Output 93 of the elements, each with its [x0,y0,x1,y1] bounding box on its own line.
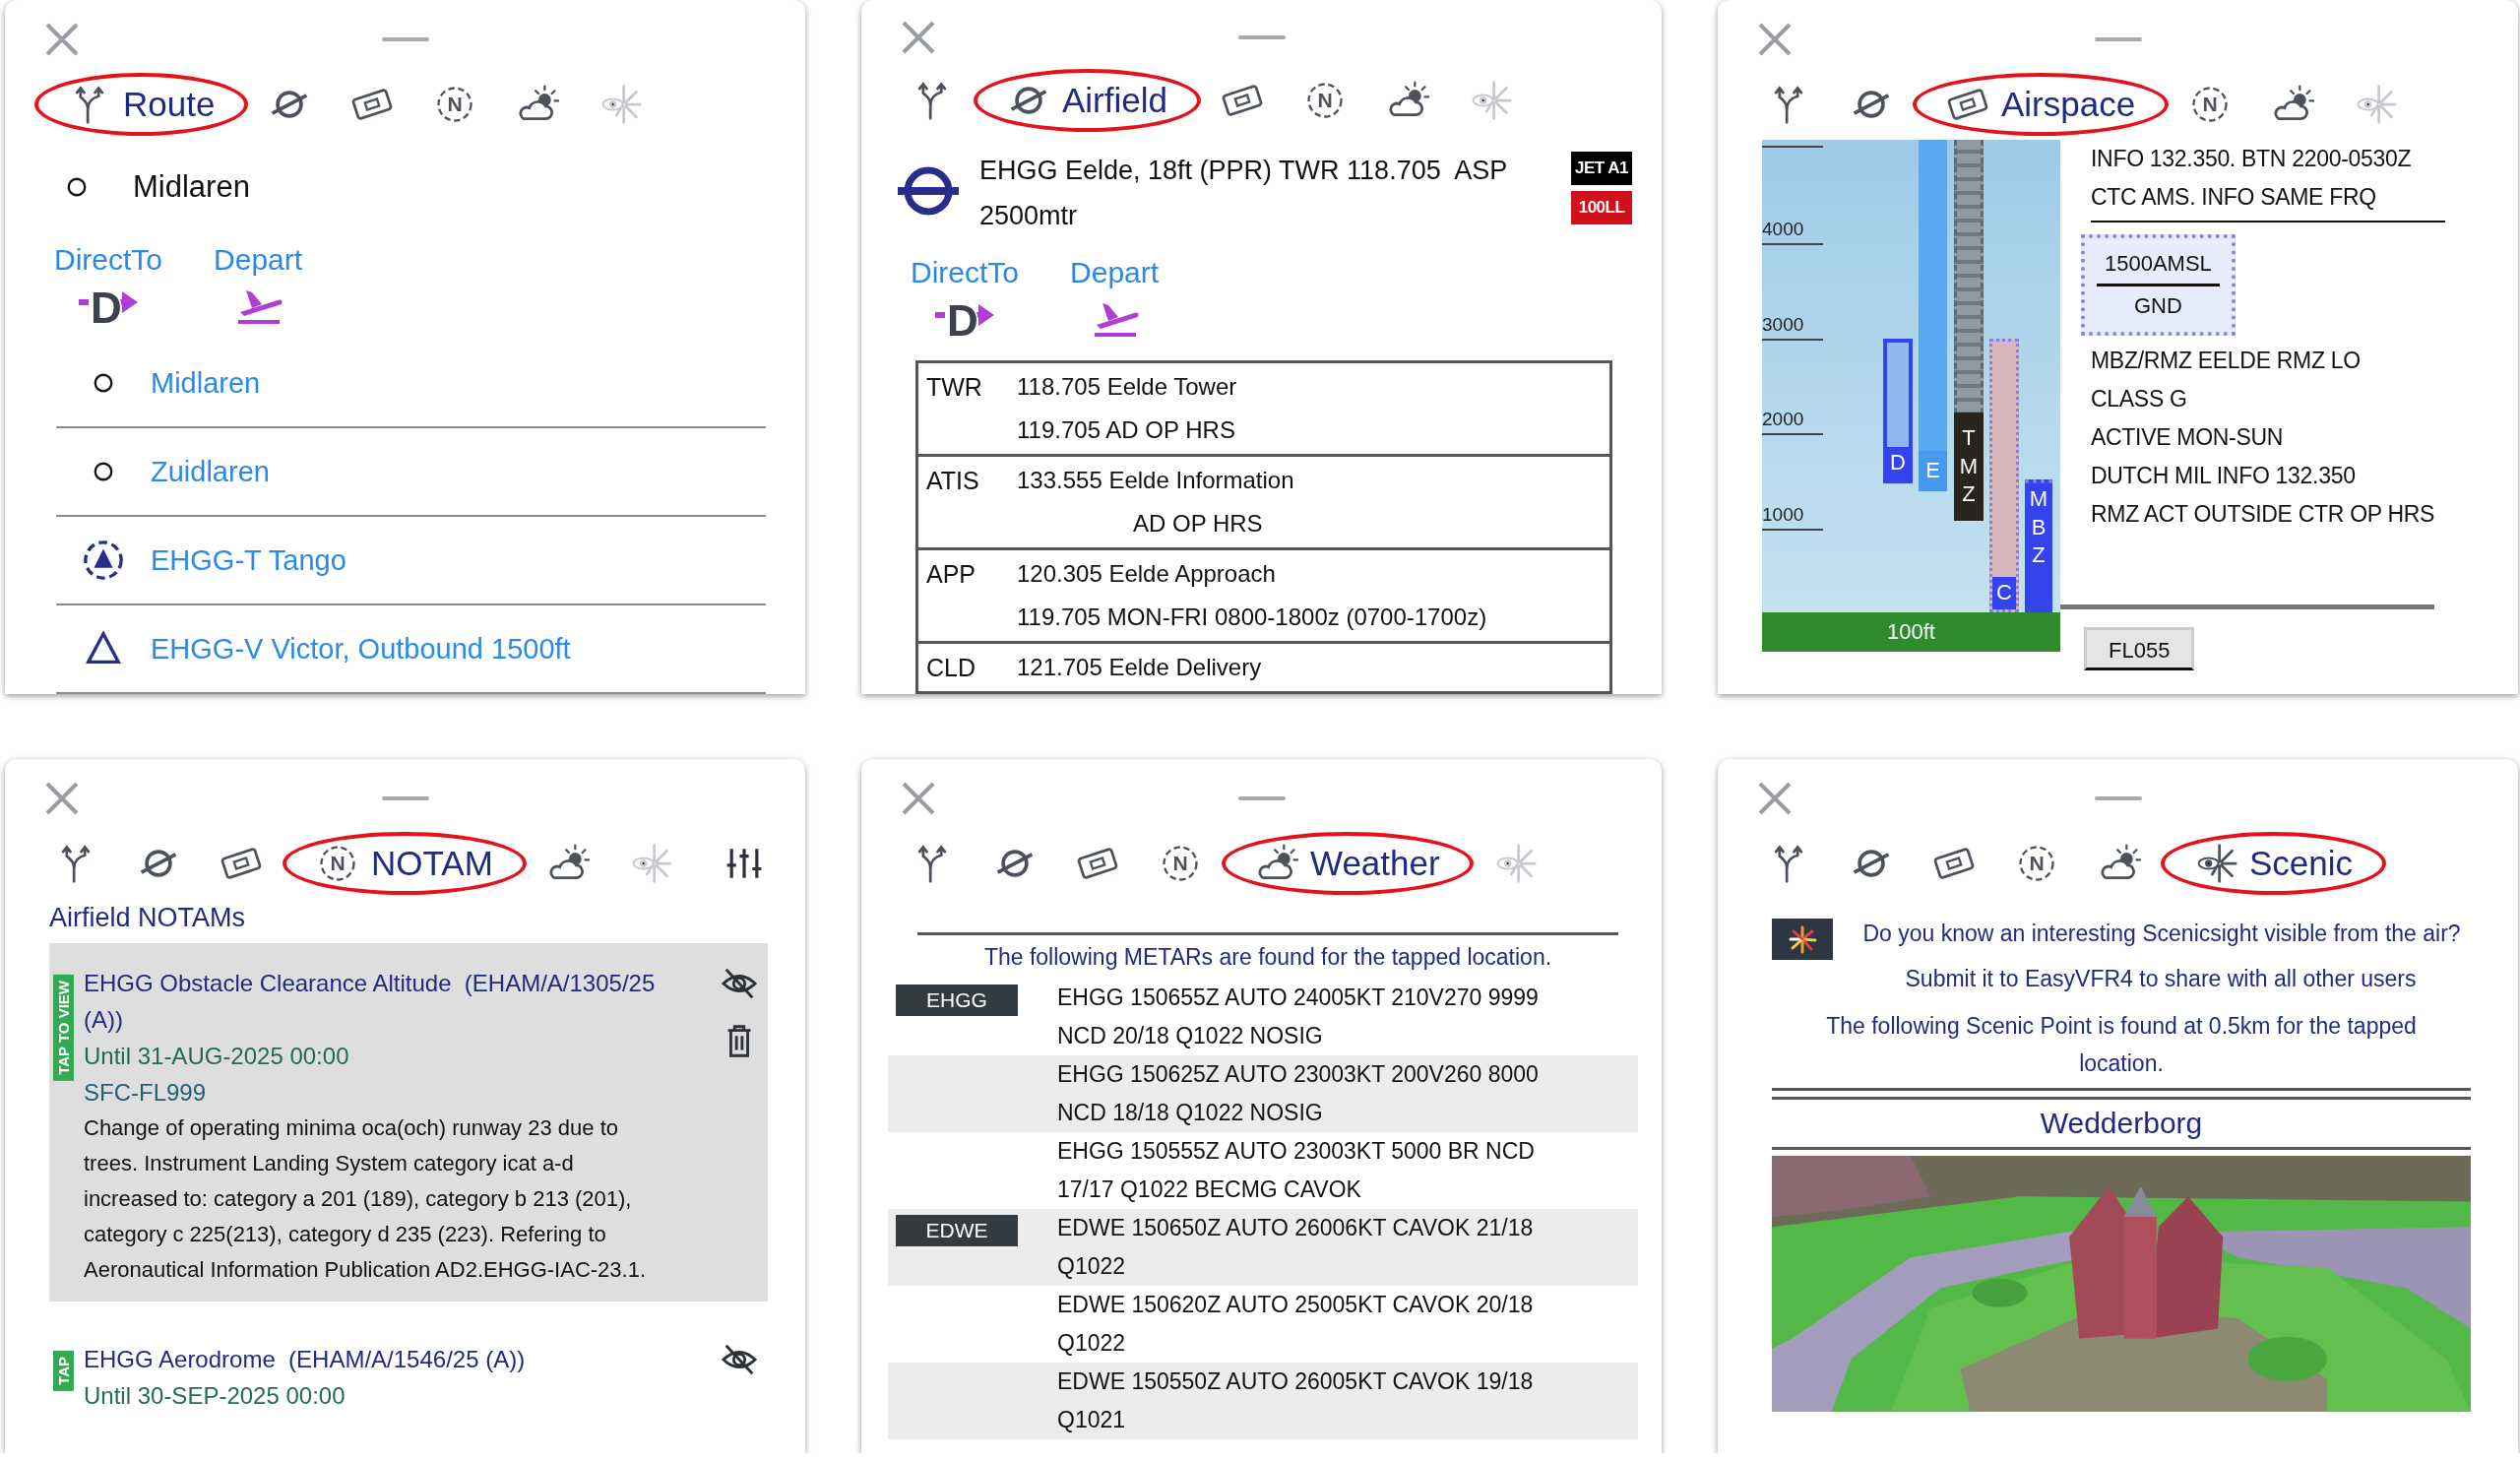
metar-text: EHGG 150655Z AUTO 24005KT 210V270 9999 NCD 20/18 Q1022 NOSIG [1057,984,1540,1050]
close-icon[interactable] [901,20,936,55]
altitude-label: 4000 [1762,216,1823,245]
section-heading: Airfield NOTAMs [49,903,247,933]
waypoint-icon [66,175,88,198]
scenic-point-name: Wedderborg [1772,1097,2471,1150]
notam-title: EHGG Obstacle Clearance Altitude (EHAM/A/1305/25 (A)) [84,969,657,1035]
drag-handle[interactable] [1237,796,1286,800]
frequency-text: 119.705 AD OP HRS [1017,415,1235,445]
ground-level-bar: 100ft [1762,612,2060,652]
submit-text: Submit it to EasyVFR4 to share with all other users [1904,965,2418,993]
metar-text: EDWE 150620Z AUTO 25005KT CAVOK 20/18 Q1022 [1057,1291,1535,1358]
airspace-detail: MBZ/RMZ EELDE RMZ LO [2091,347,2361,375]
tab[interactable]: N [2169,73,2252,136]
frequency-text: 121.705 Eelde Delivery [1017,653,1262,682]
close-icon[interactable] [1757,22,1793,57]
airspace-info: INFO 132.350. BTN 2200-0530Z [2091,145,2413,173]
close-icon[interactable] [44,22,80,57]
waypoint-icon [93,372,114,394]
notam-card[interactable] [49,943,768,1302]
tab[interactable]: N [1995,832,2078,895]
fuel-badge: 100LL [1571,191,1632,224]
zone-label: C [1992,577,2016,609]
place-name: Midlaren [133,168,250,205]
drag-handle[interactable] [381,796,429,800]
zone-label: E [1919,451,1947,491]
tab[interactable]: Airfield [974,69,1201,132]
metar-text: EDWE 150650Z AUTO 26006KT CAVOK 21/18 Q1022 [1057,1214,1535,1281]
frequency-text: 120.305 Eelde Approach [1017,559,1276,589]
waypoint-link[interactable]: EHGG-T Tango [151,543,346,577]
service-name: ATIS [926,466,980,496]
fuel-badge: JET A1 [1571,152,1632,185]
prompt-text: Do you know an interesting Scenicsight visible from the air? [1861,920,2462,948]
waypoint-link[interactable]: Zuidlaren [151,455,270,488]
airspace-info: CTC AMS. INFO SAME FRQ [2091,183,2377,212]
zone-label: MBZ [2028,485,2049,570]
service-name: CLD [926,653,976,683]
station-code: EDWE [896,1215,1018,1246]
zone-label: TMZ [1954,413,1984,521]
found-text: The following Scenic Point is found at 0.5km for the tapped location. [1772,1007,2471,1091]
waypoint-icon [93,461,114,482]
tab[interactable]: N [413,73,497,136]
service-name: APP [926,559,977,590]
next-limit: FL055 [2084,627,2195,670]
close-icon[interactable] [1757,781,1793,816]
metar-text: EHGG 150625Z AUTO 23003KT 200V260 8000 NCD 18/18 Q1022 NOSIG [1057,1060,1540,1127]
close-icon[interactable] [44,781,80,816]
tab[interactable]: N [1139,832,1222,895]
scenic-sight-icon [1772,919,1833,960]
airspace-detail: ACTIVE MON-SUN [2091,423,2284,452]
depart-button[interactable]: Depart [208,243,309,326]
frequency-text: 118.705 Eelde Tower [1017,372,1237,402]
tab[interactable]: Scenic [2161,832,2387,895]
validity-text: Until 30-SEP-2025 00:00 [84,1381,346,1411]
zone-label: D [1887,447,1909,479]
frequency-text: AD OP HRS [1132,509,1263,539]
tab[interactable]: Airspace [1913,73,2170,136]
drag-handle[interactable] [1237,35,1286,39]
notam-title: EHGG Aerodrome (EHAM/A/1546/25 (A)) [84,1345,526,1374]
notam-text: Change of operating minima oca(och) runway 23 due to trees. Instrument Landing System category icat a-d increased to: category a 201 (189), category b 213 (201), category c 225(213), category d 235 (223). Refering to Aeronautical Information Publication AD2.EHGG-IAC-23.1. [84,1114,648,1284]
direct-to-button[interactable]: DirectTo D [48,243,169,326]
altitude-label: 3000 [1762,310,1823,341]
metar-text: EDWE 150550Z AUTO 26005KT CAVOK 19/18 Q1021 [1057,1367,1535,1434]
tab[interactable]: N [1284,69,1366,132]
tab[interactable]: Route [34,73,249,136]
altitude-label: 2000 [1762,406,1823,435]
vertical-limits: SFC-FL999 [84,1078,207,1108]
airspace-detail: RMZ ACT OUTSIDE CTR OP HRS [2091,500,2435,529]
station-code: EHGG [896,985,1018,1016]
airspace-detail: CLASS G [2091,385,2187,413]
reporting-point-icon [83,540,124,581]
direct-to-button[interactable]: DirectTo D [905,256,1026,339]
tab[interactable]: N NOTAM [283,832,527,895]
frequency-text: 133.555 Eelde Information [1017,466,1294,495]
airfield-summary: EHGG Eelde, 18ft (PPR) TWR 118.705 ASP 2500mtr [979,155,1508,232]
notam-card[interactable]: TAP EHGG Aerodrome (EHAM/A/1546/25 (A)) Until 30-SEP-2025 00:00 [49,1319,768,1428]
service-name: TWR [926,372,983,403]
altitude-label: 1000 [1762,500,1823,531]
drag-handle[interactable] [2094,796,2142,800]
frequency-text: 119.705 MON-FRI 0800-1800z (0700-1700z) [1017,603,1487,632]
upper-limit: 1500AMSL [2097,244,2220,286]
waypoint-link[interactable]: EHGG-V Victor, Outbound 1500ft [151,632,571,666]
airspace-detail: DUTCH MIL INFO 132.350 [2091,462,2356,490]
lower-limit: GND [2134,292,2182,320]
close-icon[interactable] [901,781,936,816]
depart-button[interactable]: Depart [1064,256,1166,339]
metar-text: EHGG 150555Z AUTO 23003KT 5000 BR NCD 17/17 Q1022 BECMG CAVOK [1057,1137,1536,1204]
drag-handle[interactable] [2094,37,2142,41]
drag-handle[interactable] [381,37,429,41]
waypoint-link[interactable]: Midlaren [151,366,261,400]
tab[interactable]: Weather [1222,832,1474,895]
validity-text: Until 31-AUG-2025 00:00 [84,1042,349,1071]
intro-text: The following METARs are found for the tapped location. [917,932,1618,975]
